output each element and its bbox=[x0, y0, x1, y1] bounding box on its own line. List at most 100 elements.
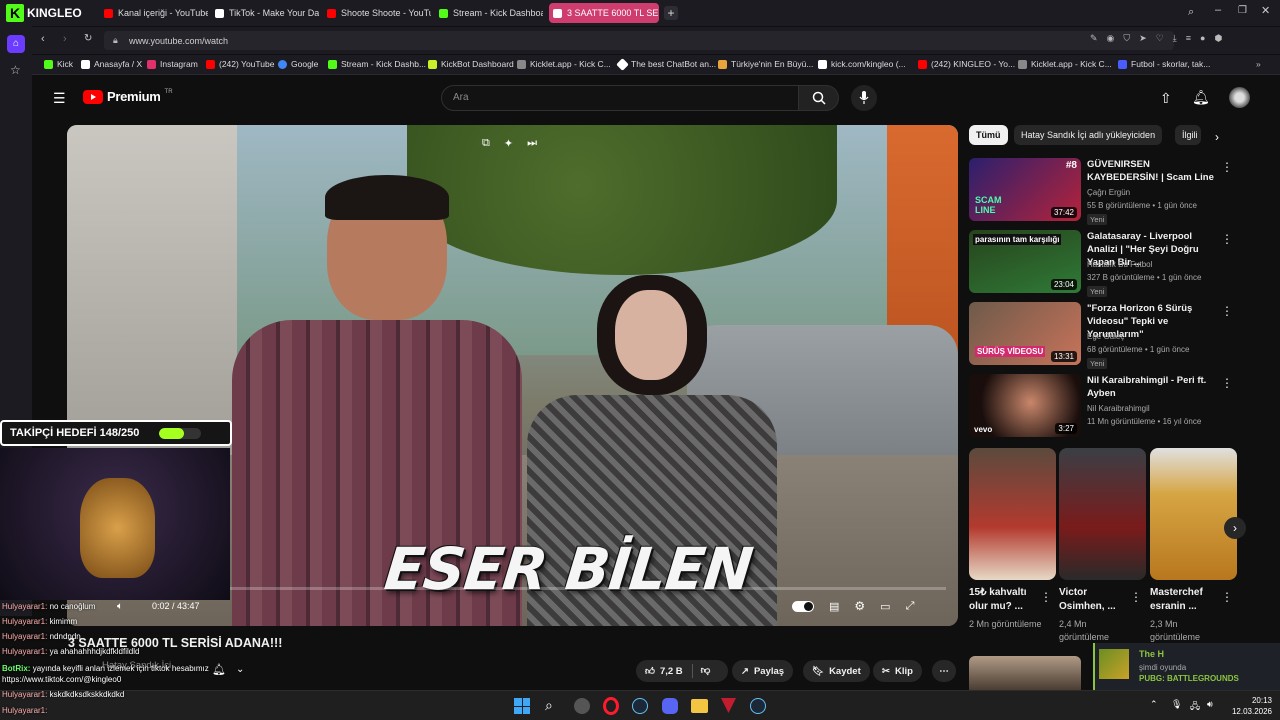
subscribe-bell-icon[interactable]: 🔔︎ bbox=[212, 663, 226, 676]
more-vertical-icon[interactable]: ⋮ bbox=[1130, 590, 1142, 604]
bookmark-item[interactable]: Kicklet.app - Kick C... bbox=[1018, 59, 1112, 69]
microphone-tray-icon[interactable]: 🎙︎ bbox=[1171, 699, 1182, 710]
bookmark-item[interactable]: Google bbox=[278, 59, 318, 69]
volume-icon[interactable]: 🔈︎ bbox=[117, 601, 123, 612]
video-channel[interactable]: Çağrı Ergün bbox=[1087, 188, 1130, 197]
tray-chevron-icon[interactable]: ⌃ bbox=[1150, 699, 1158, 710]
speaker-icon[interactable]: 🔊︎ bbox=[1207, 699, 1213, 710]
more-vertical-icon[interactable]: ⋮ bbox=[1040, 590, 1052, 604]
ai-icon[interactable]: ✦ bbox=[504, 137, 513, 150]
search-tabs-icon[interactable]: ⌕ bbox=[1188, 6, 1194, 19]
app-icon[interactable] bbox=[574, 698, 590, 714]
close-window-icon[interactable]: ✕ bbox=[1261, 4, 1270, 17]
tab-youtube-studio[interactable]: Kanal içeriği - YouTube Stu bbox=[104, 3, 208, 23]
bookmark-item[interactable]: (242) YouTube bbox=[206, 59, 274, 69]
search-icon[interactable]: ⌕ bbox=[545, 697, 553, 714]
fullscreen-icon[interactable]: ⤢ bbox=[906, 600, 915, 613]
more-vertical-icon[interactable]: ⋮ bbox=[1221, 376, 1233, 390]
tab-tiktok[interactable]: TikTok - Make Your Day bbox=[215, 3, 319, 23]
valorant-icon[interactable] bbox=[721, 698, 736, 713]
more-vertical-icon[interactable]: ⋮ bbox=[1221, 304, 1233, 318]
forward-icon[interactable]: › bbox=[63, 33, 67, 45]
bookmarks-more-icon[interactable]: » bbox=[1256, 59, 1261, 69]
shorts-next-button[interactable]: › bbox=[1224, 517, 1246, 539]
more-vertical-icon[interactable]: ⋮ bbox=[1221, 232, 1233, 246]
notifications-bell-icon[interactable]: 🔔︎ bbox=[1192, 89, 1210, 106]
tab-shoote-youtube[interactable]: Shoote Shoote - YouTube bbox=[327, 3, 431, 23]
search-button[interactable] bbox=[799, 85, 839, 111]
new-tab-button[interactable]: + bbox=[664, 6, 678, 20]
bookmark-item[interactable]: Stream - Kick Dashb... bbox=[328, 59, 426, 69]
voice-search-button[interactable] bbox=[851, 85, 877, 111]
chip-related[interactable]: İlgili bbox=[1175, 125, 1201, 145]
heart-icon[interactable]: ♡ bbox=[1156, 33, 1164, 44]
thumbs-down-icon[interactable]: 👎︎ bbox=[691, 664, 710, 678]
bookmark-item[interactable]: (242) KINGLEO - Yo... bbox=[918, 59, 1015, 69]
windows-start-icon[interactable] bbox=[514, 698, 530, 714]
recommended-video[interactable]: vevo 3:27 Nil Karaibrahimgil - Peri ft. … bbox=[969, 374, 1239, 440]
bookmark-item[interactable]: KickBot Dashboard bbox=[428, 59, 514, 69]
edit-icon[interactable]: ✎ bbox=[1090, 33, 1098, 44]
subtitles-icon[interactable]: ▤ bbox=[829, 600, 839, 613]
more-vertical-icon[interactable]: ⋮ bbox=[1221, 160, 1233, 174]
back-icon[interactable]: ‹ bbox=[41, 33, 45, 45]
bookmark-item[interactable]: Kick bbox=[44, 59, 73, 69]
channel-name[interactable]: Hatay Sandık İçi bbox=[102, 660, 171, 671]
skip-icon[interactable]: ⏭ bbox=[527, 137, 537, 150]
steam-icon[interactable] bbox=[632, 698, 648, 714]
like-button[interactable]: 👍︎ 7,2 B 👎︎ bbox=[636, 660, 728, 682]
menu-icon[interactable]: ≡ bbox=[1186, 33, 1191, 44]
opera-icon[interactable] bbox=[603, 697, 619, 715]
account-avatar[interactable] bbox=[1229, 87, 1250, 108]
tab-active-video[interactable]: 3 SAATTE 6000 TL SERİSİ bbox=[549, 3, 659, 23]
save-button[interactable]: 🔖︎ Kaydet bbox=[803, 660, 870, 682]
bookmark-item[interactable]: Instagram bbox=[147, 59, 198, 69]
autoplay-toggle[interactable] bbox=[792, 600, 814, 612]
chip-uploader[interactable]: Hatay Sandık İçi adlı yükleyiciden bbox=[1014, 125, 1163, 145]
short-thumbnail[interactable] bbox=[1059, 448, 1146, 580]
video-thumbnail[interactable] bbox=[969, 656, 1081, 690]
recommended-video[interactable]: SÜRÜŞ VİDEOSU 13:31 "Forza Horizon 6 Sür… bbox=[969, 302, 1239, 369]
taskbar-clock[interactable]: 20:13 12.03.2026 bbox=[1222, 695, 1272, 717]
bookmark-item[interactable]: kick.com/kingleo (... bbox=[818, 59, 906, 69]
send-icon[interactable]: ➤ bbox=[1139, 33, 1147, 44]
recommended-video[interactable]: parasının tam karşılığı 23:04 Galatasara… bbox=[969, 230, 1239, 297]
download-icon[interactable]: ⤓ bbox=[1173, 33, 1177, 44]
star-icon[interactable]: ☆ bbox=[10, 63, 21, 77]
bookmark-item[interactable]: Futbol - skorlar, tak... bbox=[1118, 59, 1210, 69]
shield-icon[interactable]: ⛉ bbox=[1123, 33, 1130, 44]
search-input[interactable]: Ara bbox=[441, 85, 799, 111]
reload-icon[interactable]: ↻ bbox=[84, 33, 92, 44]
url-field[interactable]: 🔒︎ www.youtube.com/watch bbox=[104, 31, 1174, 50]
home-icon[interactable]: ⌂ bbox=[7, 35, 25, 53]
minimize-icon[interactable]: – bbox=[1215, 4, 1221, 16]
short-thumbnail[interactable] bbox=[1150, 448, 1237, 580]
camera-icon[interactable]: ◉ bbox=[1107, 33, 1115, 44]
chevron-down-icon[interactable]: ⌄ bbox=[236, 664, 244, 675]
video-channel[interactable]: Ege Güleç bbox=[1087, 332, 1124, 341]
chip-all[interactable]: Tümü bbox=[969, 125, 1008, 145]
chips-next-icon[interactable]: › bbox=[1215, 130, 1219, 144]
share-button[interactable]: ↗ Paylaş bbox=[732, 660, 794, 682]
profile-icon[interactable]: ● bbox=[1200, 33, 1205, 44]
bookmark-item[interactable]: Türkiye'nin En Büyü... bbox=[718, 59, 813, 69]
bookmark-item[interactable]: Kicklet.app - Kick C... bbox=[517, 59, 611, 69]
video-channel[interactable]: Nil Karaibrahimgil bbox=[1087, 404, 1150, 413]
file-explorer-icon[interactable] bbox=[691, 699, 708, 713]
more-vertical-icon[interactable]: ⋮ bbox=[1221, 590, 1233, 604]
create-upload-icon[interactable]: ⇧ bbox=[1160, 90, 1172, 107]
theater-mode-icon[interactable]: ▭ bbox=[880, 600, 890, 613]
discord-icon[interactable] bbox=[662, 698, 678, 714]
more-actions-button[interactable]: ⋯ bbox=[932, 660, 956, 682]
bookmark-item[interactable]: Anasayfa / X bbox=[81, 59, 142, 69]
clip-button[interactable]: ✂ Klip bbox=[873, 660, 922, 682]
network-icon[interactable]: 🖧︎ bbox=[1190, 699, 1200, 715]
settings-gear-icon[interactable]: ⚙ bbox=[854, 599, 865, 613]
recommended-video[interactable]: SCAM LINE #8 37:42 GÜVENIRSEN KAYBEDERSİ… bbox=[969, 158, 1239, 225]
miniplayer-icon[interactable]: ⧉ bbox=[482, 137, 490, 150]
steam-icon[interactable] bbox=[750, 698, 766, 714]
youtube-logo[interactable]: Premium TR bbox=[83, 89, 173, 104]
bookmark-item[interactable]: The best ChatBot an... bbox=[616, 57, 716, 71]
steam-now-playing-toast[interactable]: The H şimdi oyunda PUBG: BATTLEGROUNDS bbox=[1093, 643, 1280, 690]
video-channel[interactable]: Hastalık Bu Futbol bbox=[1087, 260, 1152, 269]
